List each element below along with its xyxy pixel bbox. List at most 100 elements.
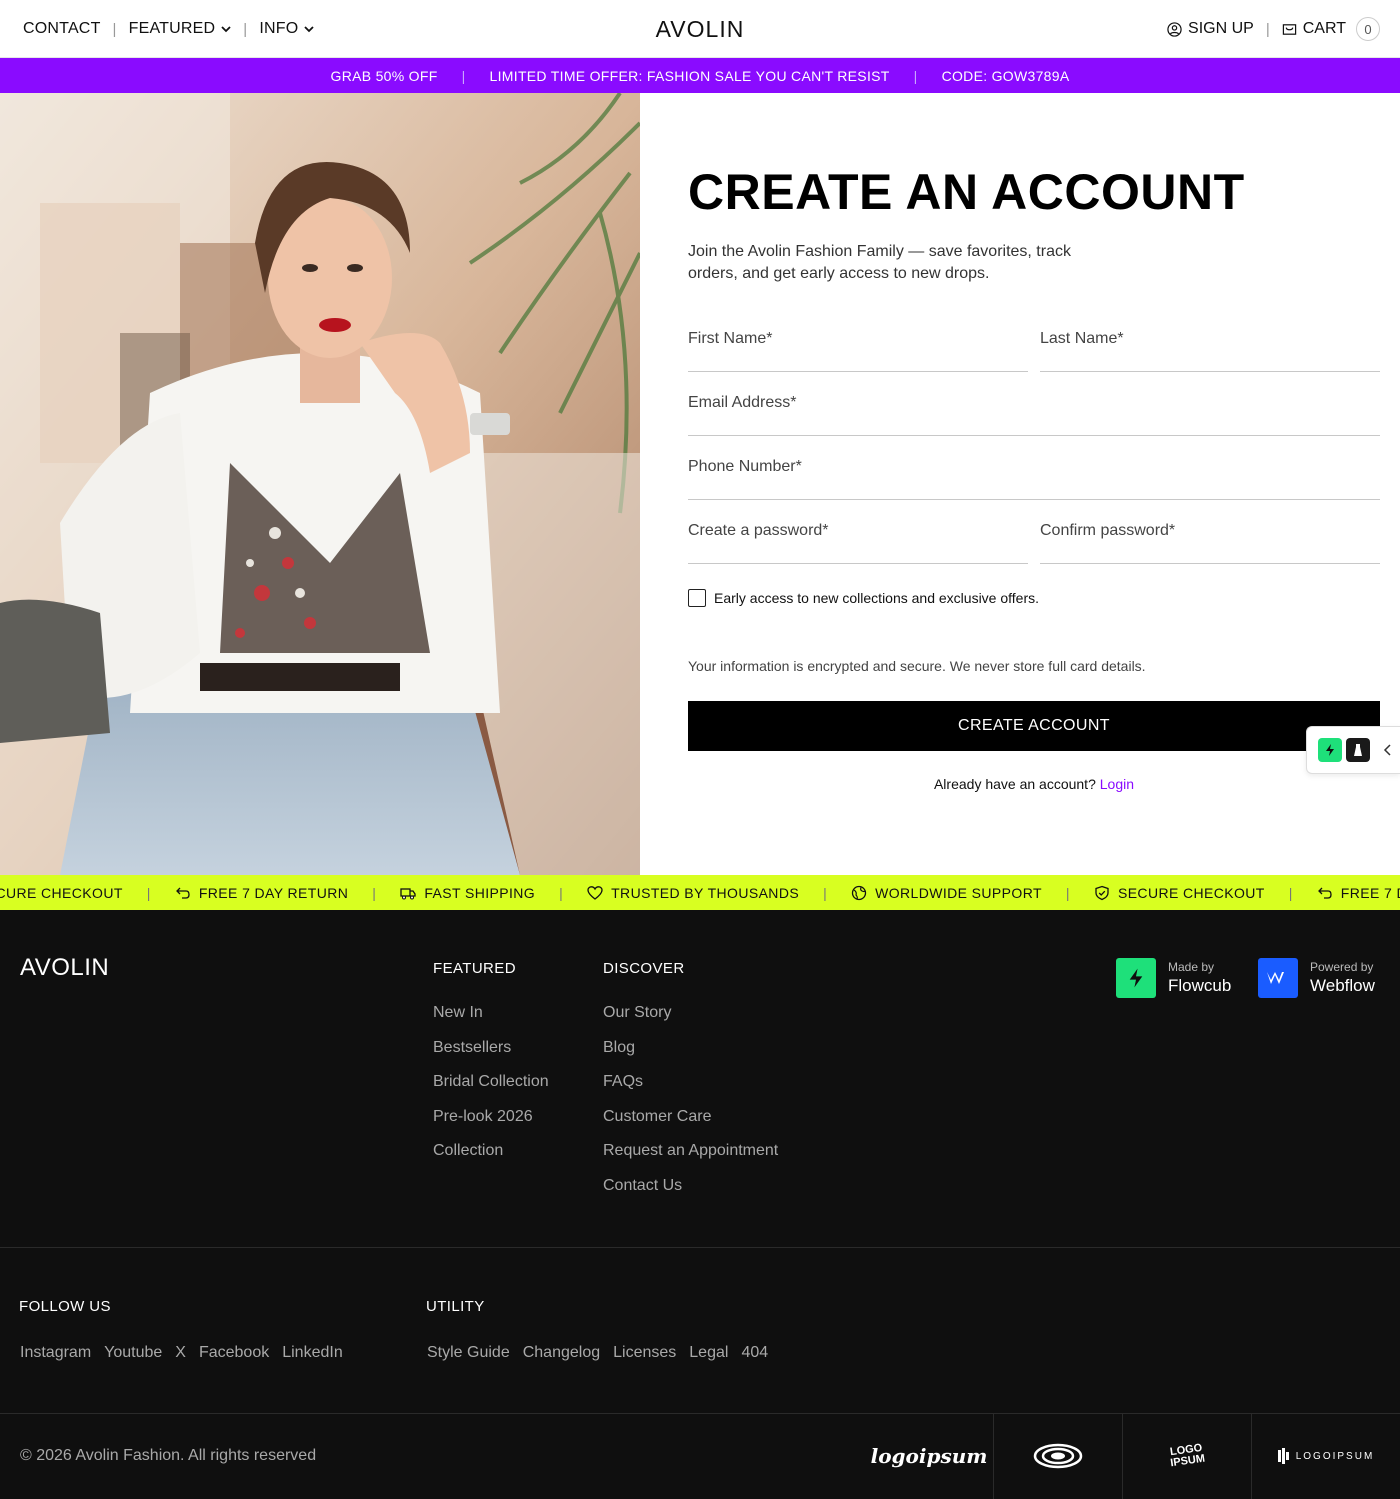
shield-check-icon <box>1095 885 1109 900</box>
utility-link[interactable]: Style Guide <box>427 1344 510 1362</box>
dress-icon[interactable] <box>1346 738 1370 762</box>
cart-link[interactable]: CART 0 <box>1282 17 1380 41</box>
phone-input[interactable] <box>688 458 1380 476</box>
partner-logo: LOGOIPSUM <box>1251 1413 1400 1499</box>
confirm-password-field-wrap <box>1040 508 1380 564</box>
partner-logo: logoipsum <box>870 1444 988 1468</box>
footer-link[interactable]: New In <box>433 1003 549 1023</box>
nav-info[interactable]: INFO <box>259 20 315 38</box>
social-link-facebook[interactable]: Facebook <box>199 1344 269 1362</box>
partner-logo: LOGO IPSUM <box>1122 1413 1250 1499</box>
footer-featured-heading: FEATURED <box>433 960 516 977</box>
footer-link[interactable]: Contact Us <box>603 1176 778 1196</box>
utility-link[interactable]: Changelog <box>523 1344 600 1362</box>
confirm-password-input[interactable] <box>1040 522 1380 540</box>
partner-logo-swirl <box>993 1413 1121 1499</box>
ticker-divider: | <box>559 884 564 901</box>
footer-link[interactable]: Our Story <box>603 1003 778 1023</box>
social-link-instagram[interactable]: Instagram <box>20 1344 91 1362</box>
ticker-item: FREE 7 DAY RETURN <box>175 885 348 901</box>
utility-link[interactable]: 404 <box>741 1344 768 1362</box>
ticker-item: WORLDWIDE SUPPORT <box>851 885 1042 901</box>
form-title: CREATE AN ACCOUNT <box>688 164 1245 220</box>
last-name-field-wrap <box>1040 316 1380 372</box>
footer-link[interactable]: Collection <box>433 1141 549 1161</box>
benefits-ticker: SECURE CHECKOUT | FREE 7 DAY RETURN | FA… <box>0 875 1400 910</box>
footer-featured-column: FEATURED New In Bestsellers Bridal Colle… <box>433 960 549 1176</box>
password-field-wrap <box>688 508 1028 564</box>
last-name-input[interactable] <box>1040 330 1380 348</box>
globe-icon <box>851 885 867 900</box>
made-by-flowcub-badge[interactable]: Made by Flowcub <box>1116 958 1231 998</box>
footer-link[interactable]: Pre-look 2026 <box>433 1107 549 1127</box>
social-link-linkedin[interactable]: LinkedIn <box>282 1344 343 1362</box>
promo-item: CODE: GOW3789A <box>941 67 1070 84</box>
model-photo <box>0 93 640 875</box>
user-icon <box>1167 21 1182 37</box>
ticker-track: SECURE CHECKOUT | FREE 7 DAY RETURN | FA… <box>0 875 1400 910</box>
ticker-item: SECURE CHECKOUT <box>1094 885 1265 901</box>
first-name-field-wrap <box>688 316 1028 372</box>
email-input[interactable] <box>688 394 1380 412</box>
brand-logo[interactable]: AVOLIN <box>656 16 745 43</box>
create-account-button[interactable]: CREATE ACCOUNT <box>688 701 1380 751</box>
password-input[interactable] <box>688 522 1028 540</box>
flowcub-icon[interactable] <box>1318 738 1342 762</box>
login-link[interactable]: Login <box>1100 776 1134 792</box>
cart-count-badge: 0 <box>1356 17 1380 41</box>
security-note: Your information is encrypted and secure… <box>688 658 1146 674</box>
footer-link[interactable]: FAQs <box>603 1072 778 1092</box>
footer-brand-logo[interactable]: AVOLIN <box>20 954 109 982</box>
footer-link[interactable]: Customer Care <box>603 1107 778 1127</box>
ticker-item: SECURE CHECKOUT <box>0 884 123 901</box>
offers-checkbox-label: Early access to new collections and excl… <box>714 590 1040 606</box>
offers-checkbox-row[interactable]: Early access to new collections and excl… <box>688 589 1039 607</box>
social-link-youtube[interactable]: Youtube <box>104 1344 162 1362</box>
copyright: © 2026 Avolin Fashion. All rights reserv… <box>20 1447 317 1464</box>
swirl-logo-icon <box>1033 1443 1082 1469</box>
flowcub-icon <box>1116 958 1156 998</box>
first-name-input[interactable] <box>688 330 1028 348</box>
promo-divider: | <box>461 67 466 84</box>
promo-item: LIMITED TIME OFFER: FASHION SALE YOU CAN… <box>489 67 890 84</box>
footer-link[interactable]: Request an Appointment <box>603 1141 778 1161</box>
nav-divider: | <box>1265 20 1270 38</box>
footer-link[interactable]: Bridal Collection <box>433 1072 549 1092</box>
utility-links: Style Guide Changelog Licenses Legal 404 <box>427 1344 768 1362</box>
chevron-left-icon[interactable] <box>1382 744 1394 756</box>
cart-icon <box>1282 23 1296 35</box>
signup-link[interactable]: SIGN UP <box>1167 20 1254 38</box>
ticker-divider: | <box>1065 884 1070 901</box>
form-subtitle: Join the Avolin Fashion Family — save fa… <box>688 243 1071 282</box>
social-link-x[interactable]: X <box>175 1344 186 1362</box>
ticker-divider: | <box>823 884 828 901</box>
promo-bar: GRAB 50% OFF | LIMITED TIME OFFER: FASHI… <box>0 58 1400 93</box>
builder-widget[interactable] <box>1306 726 1400 774</box>
footer-utility-heading: UTILITY <box>426 1298 485 1315</box>
phone-field-wrap <box>688 444 1380 500</box>
primary-nav: CONTACT | FEATURED | INFO <box>23 0 315 58</box>
ticker-divider: | <box>372 884 377 901</box>
site-header: CONTACT | FEATURED | INFO AVOLIN SIGN UP… <box>0 0 1400 58</box>
footer-link[interactable]: Blog <box>603 1038 778 1058</box>
bars-logo-icon <box>1277 1448 1289 1464</box>
heart-icon <box>587 885 603 900</box>
ticker-item: TRUSTED BY THOUSANDS <box>587 885 799 901</box>
nav-divider: | <box>243 20 248 38</box>
utility-link[interactable]: Legal <box>689 1344 728 1362</box>
footer-follow-heading: FOLLOW US <box>19 1298 111 1315</box>
powered-by-webflow-badge[interactable]: Powered by Webflow <box>1258 958 1375 998</box>
nav-contact[interactable]: CONTACT <box>23 20 101 38</box>
return-arrow-icon <box>1317 887 1332 899</box>
webflow-icon <box>1258 958 1298 998</box>
offers-checkbox[interactable] <box>688 589 706 607</box>
ticker-item: FAST SHIPPING <box>400 885 535 901</box>
ticker-divider: | <box>1288 884 1293 901</box>
footer-discover-heading: DISCOVER <box>603 960 685 977</box>
footer-link[interactable]: Bestsellers <box>433 1038 549 1058</box>
nav-featured[interactable]: FEATURED <box>129 20 232 38</box>
truck-icon <box>400 887 416 899</box>
nav-divider: | <box>112 20 117 38</box>
utility-link[interactable]: Licenses <box>613 1344 676 1362</box>
ticker-item: FREE 7 DAY RETURN <box>1317 885 1400 901</box>
